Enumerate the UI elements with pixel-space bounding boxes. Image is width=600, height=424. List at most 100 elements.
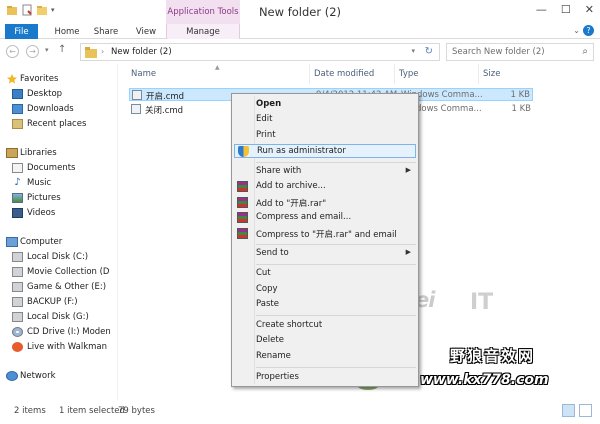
details-view-icon[interactable] [562, 404, 575, 417]
large-icons-view-icon[interactable] [579, 404, 592, 417]
sort-arrow-icon: ▲ [215, 64, 220, 71]
address-path[interactable]: New folder (2) [111, 47, 172, 57]
minimize-icon[interactable]: — [536, 3, 547, 16]
menu-item-label: Run as administrator [257, 146, 346, 156]
menu-item-label: Add to "开启.rar" [256, 199, 327, 209]
expand-ribbon-icon[interactable]: ⌄ [573, 26, 580, 35]
nav-item-label: Game & Other (E:) [27, 282, 107, 292]
nav-item-drive-d[interactable]: Movie Collection (D [12, 265, 109, 279]
menu-item-compress-to-rar-and-email[interactable]: Compress to "开启.rar" and email [234, 227, 416, 241]
menu-item-label: Open [256, 99, 282, 109]
tab-home[interactable]: Home [52, 24, 82, 39]
menu-item-compress-and-email[interactable]: Compress and email... [234, 211, 416, 225]
menu-item-print[interactable]: Print [234, 129, 416, 143]
menu-item-edit[interactable]: Edit [234, 113, 416, 127]
column-divider[interactable] [478, 64, 479, 84]
nav-favorites[interactable]: Favorites [7, 72, 58, 86]
menu-item-run-as-administrator[interactable]: Run as administrator [234, 144, 416, 158]
nav-item-videos[interactable]: Videos [12, 206, 55, 220]
nav-item-drive-f[interactable]: BACKUP (F:) [12, 295, 78, 309]
winrar-icon [237, 212, 248, 223]
menu-item-share-with[interactable]: Share with ▶ [234, 165, 416, 179]
status-size: 79 bytes [118, 406, 155, 416]
close-icon[interactable]: ✕ [585, 3, 594, 16]
menu-item-open[interactable]: Open [234, 98, 416, 112]
column-header-size[interactable]: Size [483, 69, 500, 79]
watermark-it: IT [470, 290, 494, 315]
address-dropdown-icon[interactable]: ▾ [411, 47, 415, 55]
address-bar[interactable]: › New folder (2) ▾ ↻ [80, 43, 440, 61]
drive-icon [12, 267, 23, 277]
downloads-icon [12, 104, 23, 114]
menu-item-send-to[interactable]: Send to ▶ [234, 247, 416, 261]
forward-icon[interactable]: → [26, 45, 39, 58]
menu-item-copy[interactable]: Copy [234, 283, 416, 297]
nav-item-music[interactable]: ♪ Music [14, 176, 51, 190]
cmd-file-icon [131, 104, 141, 114]
menu-item-label: Compress to "开启.rar" and email [256, 230, 397, 240]
menu-item-delete[interactable]: Delete [234, 334, 416, 348]
column-divider[interactable] [394, 64, 395, 84]
recent-locations-icon[interactable]: ▾ [45, 46, 49, 54]
breadcrumb-separator-icon[interactable]: › [101, 47, 104, 56]
nav-item-drive-i[interactable]: CD Drive (I:) Moden [12, 325, 111, 339]
up-icon[interactable]: ↑ [58, 44, 66, 55]
menu-item-rename[interactable]: Rename [234, 350, 416, 364]
nav-item-label: Live with Walkman [27, 342, 108, 352]
file-size: 1 KB [511, 104, 531, 114]
column-divider[interactable] [309, 64, 310, 84]
nav-computer[interactable]: Computer [6, 235, 62, 249]
pictures-icon [12, 193, 23, 203]
nav-item-drive-e[interactable]: Game & Other (E:) [12, 280, 107, 294]
column-header-name[interactable]: Name [131, 69, 156, 79]
file-name: 关闭.cmd [145, 106, 184, 116]
menu-separator [256, 367, 416, 368]
drive-icon [12, 297, 23, 307]
watermark-site-name: 野狼音效网 [450, 347, 536, 365]
column-header-type[interactable]: Type [399, 69, 419, 79]
menu-item-create-shortcut[interactable]: Create shortcut [234, 319, 416, 333]
watermark-site-url: www.kx778.com [420, 372, 549, 388]
nav-item-desktop[interactable]: Desktop [12, 87, 63, 101]
cd-drive-icon [12, 327, 23, 337]
menu-item-add-to-rar[interactable]: Add to "开启.rar" [234, 196, 416, 210]
tab-file[interactable]: File [5, 24, 38, 39]
menu-separator [256, 264, 416, 265]
winrar-icon [237, 228, 248, 239]
tab-manage[interactable]: Manage [166, 24, 240, 39]
search-input[interactable]: Search New folder (2) ⌕ [446, 43, 594, 61]
nav-item-drive-g[interactable]: Local Disk (G:) [12, 310, 89, 324]
nav-item-documents[interactable]: Documents [12, 161, 75, 175]
nav-libraries[interactable]: Libraries [6, 146, 57, 160]
nav-network-label: Network [20, 371, 56, 381]
nav-item-walkman[interactable]: Live with Walkman [12, 340, 108, 354]
nav-item-label: Desktop [27, 89, 63, 99]
maximize-icon[interactable]: ☐ [561, 3, 571, 16]
menu-item-paste[interactable]: Paste [234, 298, 416, 312]
menu-item-add-to-archive[interactable]: Add to archive... [234, 180, 416, 194]
winrar-icon [237, 197, 248, 208]
menu-separator [256, 244, 416, 245]
documents-icon [12, 163, 23, 173]
nav-item-drive-c[interactable]: Local Disk (C:) [12, 250, 88, 264]
nav-item-downloads[interactable]: Downloads [12, 102, 74, 116]
column-header-date[interactable]: Date modified [314, 69, 374, 79]
help-icon[interactable]: ? [583, 25, 594, 36]
menu-item-cut[interactable]: Cut [234, 267, 416, 281]
back-icon[interactable]: ← [6, 45, 19, 58]
menu-item-label: Cut [256, 268, 271, 278]
folder-icon [85, 47, 97, 58]
menu-item-label: Send to [256, 248, 289, 258]
nav-network[interactable]: Network [6, 369, 56, 383]
network-icon [6, 371, 18, 381]
nav-item-recent-places[interactable]: Recent places [12, 117, 87, 131]
refresh-icon[interactable]: ↻ [425, 46, 433, 57]
nav-item-label: Recent places [27, 119, 87, 129]
menu-item-label: Delete [256, 335, 284, 345]
nav-item-pictures[interactable]: Pictures [12, 191, 61, 205]
context-menu: Open Edit Print Run as administrator Sha… [231, 93, 419, 387]
menu-item-properties[interactable]: Properties [234, 371, 416, 385]
search-icon[interactable]: ⌕ [582, 46, 588, 57]
tab-view[interactable]: View [131, 24, 161, 39]
tab-share[interactable]: Share [91, 24, 121, 39]
